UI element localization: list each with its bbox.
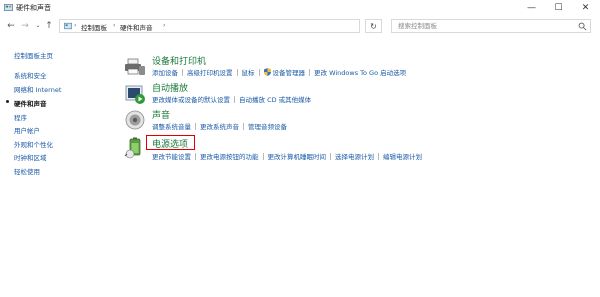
link-add-device[interactable]: 添加设备 — [152, 69, 178, 77]
breadcrumb-control-panel[interactable]: 控制面板 — [81, 22, 107, 32]
search-box[interactable] — [391, 19, 591, 33]
section-links-power-options: 更改节能设置 更改电源按钮的功能 更改计算机睡眠时间 选择电源计划 编辑电源计划 — [152, 151, 422, 161]
control-panel-icon — [4, 3, 13, 12]
refresh-button[interactable]: ↻ — [365, 19, 382, 33]
link-separator — [378, 153, 379, 160]
link-choose-power-plan[interactable]: 选择电源计划 — [335, 153, 374, 161]
section-title-autoplay[interactable]: 自动播放 — [152, 81, 188, 94]
link-separator — [182, 69, 183, 76]
nav-item-appearance[interactable]: 外观和个性化 — [14, 139, 53, 149]
link-change-system-sounds[interactable]: 更改系统声音 — [200, 123, 239, 131]
uac-shield-icon — [263, 68, 271, 76]
section-links-sound: 调整系统音量 更改系统声音 管理音频设备 — [152, 121, 287, 131]
nav-item-network-internet[interactable]: 网络和 Internet — [14, 84, 61, 94]
link-edit-power-plan[interactable]: 编辑电源计划 — [383, 153, 422, 161]
title-bar: 硬件和声音 — ☐ ✕ — [0, 0, 600, 15]
link-separator — [330, 153, 331, 160]
recent-locations-chevron-icon[interactable]: ⌄ — [33, 21, 43, 31]
link-separator — [234, 96, 235, 103]
up-arrow-icon[interactable]: ↑ — [44, 21, 54, 31]
section-title-sound[interactable]: 声音 — [152, 108, 170, 121]
link-windows-to-go[interactable]: 更改 Windows To Go 启动选项 — [314, 69, 406, 77]
autoplay-icon[interactable] — [124, 83, 146, 105]
close-button[interactable]: ✕ — [572, 0, 599, 15]
maximize-button[interactable]: ☐ — [545, 0, 572, 15]
nav-item-label: 硬件和声音 — [14, 100, 47, 108]
link-advanced-printer-setup[interactable]: 高级打印机设置 — [187, 69, 233, 77]
nav-item-ease-of-access[interactable]: 轻松使用 — [14, 166, 40, 176]
search-input[interactable] — [392, 20, 572, 32]
link-separator — [195, 153, 196, 160]
control-panel-home-link[interactable]: 控制面板主页 — [14, 50, 53, 60]
power-options-icon[interactable] — [124, 137, 146, 159]
speaker-icon[interactable] — [124, 109, 146, 131]
minimize-button[interactable]: — — [518, 0, 545, 15]
link-manage-audio-devices[interactable]: 管理音频设备 — [248, 123, 287, 131]
link-separator — [236, 69, 238, 76]
link-separator — [262, 153, 264, 160]
nav-item-programs[interactable]: 程序 — [14, 112, 27, 122]
link-separator — [258, 69, 260, 76]
breadcrumb-hardware-sound[interactable]: 硬件和声音 — [120, 22, 153, 32]
link-separator — [195, 123, 196, 130]
address-row: ← → ⌄ ↑ › 控制面板 › 硬件和声音 › ⌄ ↻ — [0, 15, 600, 37]
address-bar[interactable]: › 控制面板 › 硬件和声音 › ⌄ — [59, 19, 415, 33]
forward-arrow-icon[interactable]: → — [20, 21, 30, 31]
link-device-manager[interactable]: 设备管理器 — [273, 69, 306, 77]
link-autoplay-cd[interactable]: 自动播放 CD 或其他媒体 — [239, 96, 311, 104]
nav-item-hardware-sound[interactable]: 硬件和声音 — [6, 98, 47, 108]
current-item-bullet — [6, 100, 9, 103]
section-links-devices-printers: 添加设备 高级打印机设置 鼠标 设备管理器 更改 Windows To Go 启动选项 — [152, 67, 406, 77]
search-icon[interactable] — [578, 22, 587, 31]
link-change-media-defaults[interactable]: 更改媒体或设备的默认设置 — [152, 96, 230, 104]
link-power-button-function[interactable]: 更改电源按钮的功能 — [200, 153, 259, 161]
refresh-icon: ↻ — [370, 21, 377, 31]
link-mouse[interactable]: 鼠标 — [242, 69, 255, 77]
nav-item-system-security[interactable]: 系统和安全 — [14, 70, 47, 80]
link-separator — [243, 123, 244, 130]
nav-item-user-accounts[interactable]: 用户帐户 — [14, 125, 40, 135]
section-title-devices-printers[interactable]: 设备和打印机 — [152, 54, 206, 67]
link-change-sleep-time[interactable]: 更改计算机睡眠时间 — [268, 153, 327, 161]
link-separator — [309, 69, 310, 76]
breadcrumb-chevron-icon[interactable]: › — [163, 22, 165, 29]
breadcrumb-chevron-icon[interactable]: › — [74, 22, 76, 29]
highlight-annotation — [146, 135, 195, 150]
nav-item-clock-region[interactable]: 时钟和区域 — [14, 152, 47, 162]
link-change-battery-settings[interactable]: 更改节能设置 — [152, 153, 191, 161]
link-adjust-volume[interactable]: 调整系统音量 — [152, 123, 191, 131]
breadcrumb-chevron-icon[interactable]: › — [113, 22, 115, 29]
back-arrow-icon[interactable]: ← — [6, 21, 16, 31]
printer-icon[interactable] — [124, 56, 146, 78]
control-panel-icon — [64, 22, 72, 30]
window-title: 硬件和声音 — [16, 4, 51, 12]
section-links-autoplay: 更改媒体或设备的默认设置 自动播放 CD 或其他媒体 — [152, 94, 311, 104]
